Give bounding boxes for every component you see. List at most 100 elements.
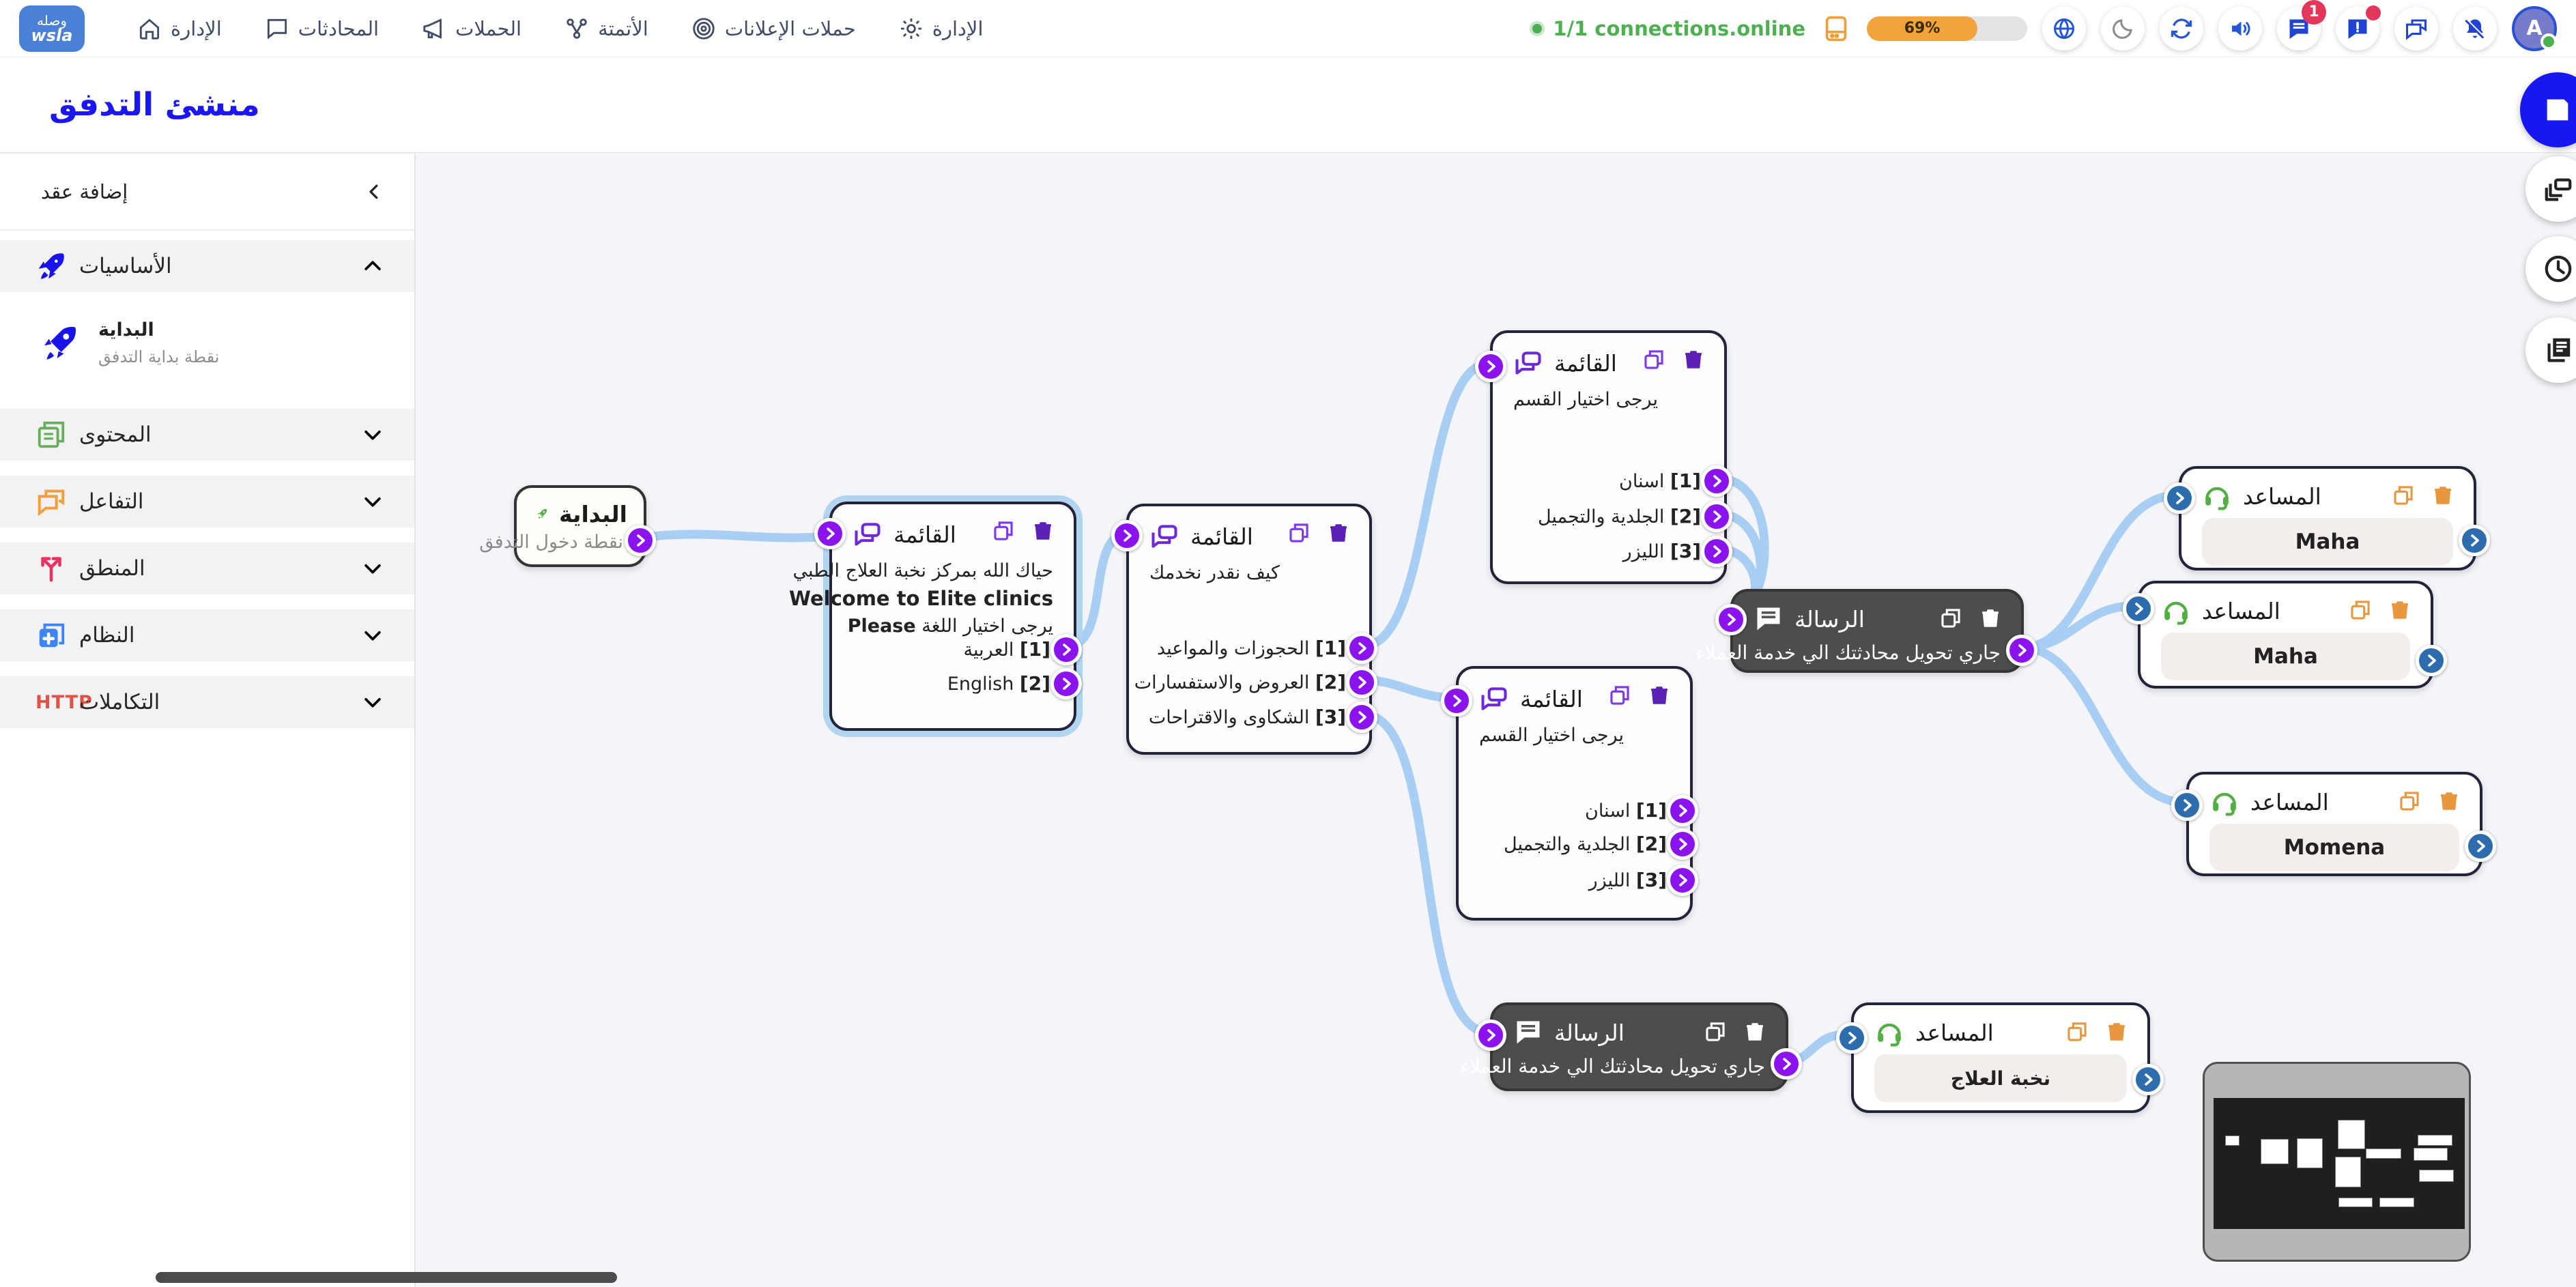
duplicate-node-icon[interactable]	[2392, 484, 2415, 507]
sidebar-section-system[interactable]: النظام	[0, 609, 414, 661]
collapse-sidebar-icon[interactable]	[364, 182, 384, 202]
interaction-icon	[35, 486, 67, 517]
input-handle[interactable]	[1475, 351, 1506, 382]
automation-icon	[564, 16, 590, 42]
delete-node-icon[interactable]	[1327, 521, 1350, 545]
server-icon	[1820, 13, 1852, 44]
delete-node-icon[interactable]	[2105, 1020, 2128, 1043]
node-menu-department-mid[interactable]: القائمة يرجى اختيار القسم [1] اسنان [2] …	[1456, 666, 1693, 921]
palette-item-start[interactable]: البداية نقطة بداية التدفق	[0, 292, 414, 394]
option-output-handle[interactable]	[1050, 634, 1082, 665]
dark-mode-button[interactable]	[2101, 7, 2145, 50]
nav-item-conversations[interactable]: المحادثات	[264, 16, 379, 42]
alerts-button[interactable]	[2336, 7, 2379, 50]
menu-option-derma: [2] الجلدية والتجميل	[1476, 826, 1667, 862]
delete-node-icon[interactable]	[1979, 607, 2002, 630]
input-handle[interactable]	[1715, 604, 1747, 635]
option-output-handle[interactable]	[1701, 536, 1732, 567]
sound-button[interactable]	[2218, 7, 2262, 50]
node-message-transfer-top[interactable]: الرسالة جاري تحويل محادثتك الي خدمة العم…	[1730, 589, 2024, 673]
input-handle[interactable]	[1441, 685, 1472, 717]
output-handle[interactable]	[2006, 635, 2037, 666]
wsla-logo[interactable]: وصله wsla	[19, 5, 85, 52]
chevron-down-icon	[361, 490, 384, 513]
output-handle[interactable]	[2416, 645, 2447, 676]
delete-node-icon[interactable]	[2388, 598, 2412, 622]
node-menu-department-top[interactable]: القائمة يرجى اختيار القسم [1] اسنان [2] …	[1490, 330, 1727, 584]
option-output-handle[interactable]	[1346, 633, 1377, 664]
output-handle[interactable]	[625, 525, 656, 556]
flow-canvas[interactable]: البداية نقطة دخول التدفق القائمة حياك ال…	[416, 154, 2576, 1287]
nav-label: الأتمتة	[598, 17, 648, 40]
nav-item-administration[interactable]: الإدارة	[898, 16, 984, 42]
option-output-handle[interactable]	[1667, 795, 1698, 826]
main-area: إضافة عقد الأساسيات البداية نقطة بداية ا…	[0, 154, 2576, 1287]
duplicate-node-icon[interactable]	[2065, 1020, 2089, 1043]
duplicate-node-icon[interactable]	[992, 519, 1015, 543]
duplicate-node-icon[interactable]	[2349, 598, 2372, 622]
node-assistant-maha-2[interactable]: المساعد Maha	[2138, 581, 2433, 689]
output-handle[interactable]	[1771, 1048, 1802, 1080]
sidebar-section-basics[interactable]: الأساسيات	[0, 240, 414, 292]
input-handle[interactable]	[1111, 520, 1143, 551]
horizontal-scrollbar[interactable]	[156, 1272, 617, 1283]
node-title: القائمة	[1520, 686, 1583, 712]
notifications-muted-button[interactable]	[2453, 7, 2497, 50]
sidebar-section-interaction[interactable]: التفاعل	[0, 476, 414, 527]
node-menu-language[interactable]: القائمة حياك الله بمركز نخبة العلاج الطب…	[829, 502, 1076, 731]
delete-node-icon[interactable]	[2431, 484, 2455, 507]
menu-option-english: [2] English	[850, 666, 1050, 702]
nav-item-admin-home[interactable]: الإدارة	[137, 16, 222, 42]
node-menu-services[interactable]: القائمة كيف نقدر نخدمك [1] الحجوزات والم…	[1126, 504, 1372, 755]
delete-node-icon[interactable]	[1648, 684, 1671, 707]
chats-button[interactable]	[2394, 7, 2438, 50]
input-handle[interactable]	[2164, 482, 2195, 514]
node-assistant-maha-1[interactable]: المساعد Maha	[2179, 466, 2476, 570]
delete-node-icon[interactable]	[2437, 790, 2461, 813]
avatar-online-dot	[2541, 33, 2557, 50]
duplicate-node-icon[interactable]	[1287, 521, 1311, 545]
language-button[interactable]	[2042, 7, 2086, 50]
messages-button[interactable]: 1	[2277, 7, 2321, 50]
input-handle[interactable]	[2171, 790, 2203, 821]
node-assistant-momena[interactable]: المساعد Momena	[2186, 772, 2482, 876]
refresh-button[interactable]	[2160, 7, 2203, 50]
input-handle[interactable]	[1475, 1020, 1506, 1051]
delete-node-icon[interactable]	[1031, 519, 1055, 543]
option-output-handle[interactable]	[1667, 828, 1698, 860]
input-handle[interactable]	[1836, 1022, 1867, 1054]
delete-node-icon[interactable]	[1743, 1020, 1766, 1043]
user-avatar[interactable]: A	[2512, 6, 2557, 51]
clock-icon	[2543, 253, 2574, 285]
rocket-icon	[38, 322, 81, 364]
input-handle[interactable]	[814, 518, 846, 549]
option-output-handle[interactable]	[1701, 465, 1732, 497]
duplicate-node-icon[interactable]	[1704, 1020, 1727, 1043]
duplicate-node-icon[interactable]	[1642, 348, 1665, 371]
sidebar-section-logic[interactable]: المنطق	[0, 543, 414, 594]
node-start[interactable]: البداية نقطة دخول التدفق	[514, 485, 646, 567]
nav-item-campaigns[interactable]: الحملات	[421, 16, 521, 42]
duplicate-node-icon[interactable]	[1939, 607, 1962, 630]
menu-option-derma: [2] الجلدية والتجميل	[1511, 499, 1701, 534]
output-handle[interactable]	[2465, 830, 2496, 862]
minimap[interactable]	[2203, 1062, 2471, 1262]
nav-item-ad-campaigns[interactable]: حملات الإعلانات	[691, 16, 856, 42]
duplicate-node-icon[interactable]	[2398, 790, 2421, 813]
sidebar-section-integrations[interactable]: HTTP التكاملات	[0, 676, 414, 728]
nav-item-automation[interactable]: الأتمتة	[564, 16, 648, 42]
message-node-icon	[1754, 604, 1784, 634]
option-output-handle[interactable]	[1050, 668, 1082, 699]
output-handle[interactable]	[2132, 1064, 2164, 1095]
duplicate-node-icon[interactable]	[1608, 684, 1631, 707]
delete-node-icon[interactable]	[1682, 348, 1705, 371]
sidebar-section-content[interactable]: المحتوى	[0, 409, 414, 461]
node-message-transfer-bottom[interactable]: الرسالة جاري تحويل محادثتك الي خدمة العم…	[1490, 1002, 1788, 1091]
option-output-handle[interactable]	[1346, 702, 1377, 733]
option-output-handle[interactable]	[1667, 865, 1698, 896]
output-handle[interactable]	[2459, 525, 2490, 556]
input-handle[interactable]	[2123, 593, 2154, 624]
node-assistant-elite[interactable]: المساعد نخبة العلاج	[1851, 1002, 2150, 1113]
option-output-handle[interactable]	[1346, 667, 1377, 698]
option-output-handle[interactable]	[1701, 501, 1732, 532]
